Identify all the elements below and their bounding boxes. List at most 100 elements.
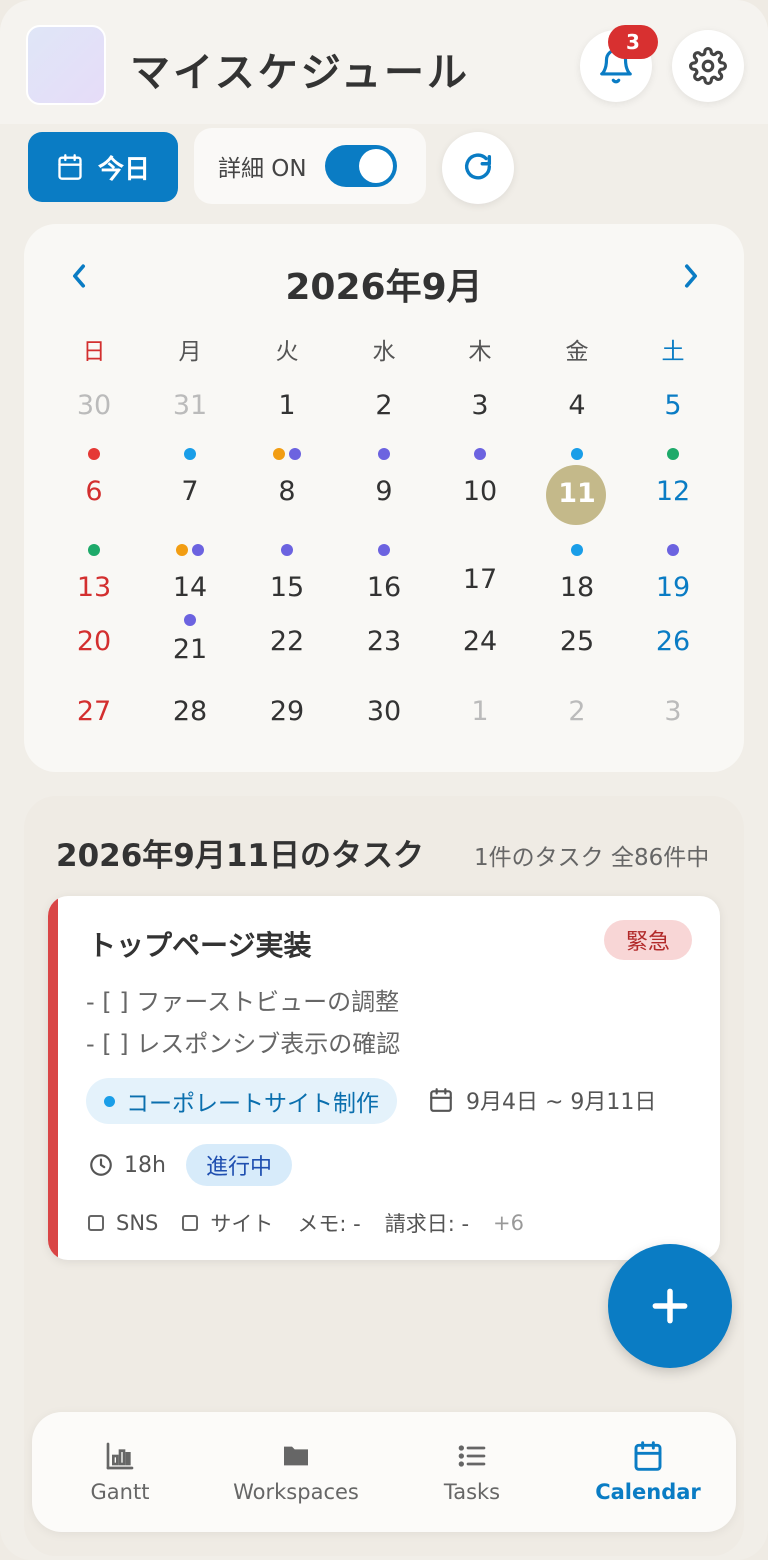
calendar-day[interactable]: 30: [46, 390, 142, 421]
calendar-day[interactable]: 3: [432, 390, 528, 421]
calendar-day[interactable]: 29: [239, 696, 335, 727]
calendar-day[interactable]: 1: [239, 390, 335, 421]
nav-tasks[interactable]: Tasks: [384, 1412, 560, 1532]
event-dot: [176, 544, 188, 556]
refresh-icon: [464, 153, 492, 180]
calendar-day[interactable]: 13: [46, 572, 142, 603]
site-check[interactable]: サイト: [182, 1208, 273, 1238]
event-dot: [273, 448, 285, 460]
list-icon: [458, 1445, 486, 1467]
calendar-day[interactable]: 14: [142, 572, 238, 603]
billing-field: 請求日: -: [384, 1212, 470, 1236]
calendar-day[interactable]: 10: [432, 476, 528, 507]
sns-label: SNS: [116, 1211, 159, 1235]
event-dots: [336, 448, 432, 460]
memo-field: メモ: -: [297, 1212, 361, 1236]
calendar-day[interactable]: 2: [336, 390, 432, 421]
hours-text: 18h: [124, 1152, 166, 1178]
calendar-day[interactable]: 5: [625, 390, 721, 421]
detail-label: 詳細 ON: [218, 156, 307, 182]
sns-check[interactable]: SNS: [88, 1211, 158, 1235]
project-pill[interactable]: コーポレートサイト制作: [86, 1078, 397, 1124]
calendar-day[interactable]: 8: [239, 476, 335, 507]
event-dot: [184, 448, 196, 460]
event-dots: [529, 448, 625, 460]
notification-badge: 3: [608, 25, 658, 59]
detail-toggle-group: 詳細 ON: [194, 128, 426, 204]
calendar-day-selected[interactable]: 11: [529, 478, 625, 509]
settings-button[interactable]: [672, 30, 744, 102]
event-dot: [289, 448, 301, 460]
nav-label: Gantt: [90, 1480, 150, 1504]
event-dot: [281, 544, 293, 556]
event-dot: [378, 448, 390, 460]
nav-label: Workspaces: [233, 1480, 359, 1504]
nav-workspaces[interactable]: Workspaces: [208, 1412, 384, 1532]
calendar-day[interactable]: 9: [336, 476, 432, 507]
calendar-day[interactable]: 30: [336, 696, 432, 727]
event-dots: [625, 448, 721, 460]
task-desc-line: - [ ] ファーストビューの調整: [86, 988, 400, 1016]
priority-badge: 緊急: [604, 920, 692, 960]
event-dot: [571, 448, 583, 460]
calendar-day[interactable]: 23: [336, 626, 432, 657]
calendar-day[interactable]: 3: [625, 696, 721, 727]
plus-icon: [652, 1288, 688, 1324]
next-month-button[interactable]: [676, 258, 706, 294]
event-dot: [88, 544, 100, 556]
event-dots: [336, 544, 432, 556]
checkbox-icon: [182, 1215, 199, 1231]
app-title: マイスケジュール: [130, 50, 470, 96]
more-fields[interactable]: +6: [493, 1211, 524, 1235]
event-dots: [142, 614, 238, 626]
event-dots: [625, 544, 721, 556]
event-dots: [239, 544, 335, 556]
nav-calendar[interactable]: Calendar: [560, 1412, 736, 1532]
weekday-label: 土: [661, 339, 685, 365]
today-button[interactable]: 今日: [28, 132, 178, 202]
calendar-day[interactable]: 21: [142, 634, 238, 665]
priority-bar: [48, 896, 58, 1260]
refresh-button[interactable]: [442, 132, 514, 204]
task-desc-line: - [ ] レスポンシブ表示の確認: [86, 1030, 401, 1058]
calendar-day[interactable]: 7: [142, 476, 238, 507]
calendar-day[interactable]: 16: [336, 572, 432, 603]
event-dots: [142, 448, 238, 460]
calendar-day[interactable]: 25: [529, 626, 625, 657]
calendar-day[interactable]: 24: [432, 626, 528, 657]
event-dots: [46, 544, 142, 556]
calendar-day[interactable]: 6: [46, 476, 142, 507]
calendar-day[interactable]: 22: [239, 626, 335, 657]
calendar-day[interactable]: 31: [142, 390, 238, 421]
date-range-text: 9月4日 ~ 9月11日: [466, 1090, 657, 1115]
today-label: 今日: [97, 154, 150, 185]
prev-month-button[interactable]: [64, 258, 94, 294]
calendar-day[interactable]: 26: [625, 626, 721, 657]
avatar[interactable]: [26, 25, 106, 105]
event-dot: [378, 544, 390, 556]
calendar-day[interactable]: 4: [529, 390, 625, 421]
detail-toggle[interactable]: [324, 145, 397, 187]
event-dots: [529, 544, 625, 556]
status-pill[interactable]: 進行中: [186, 1144, 293, 1186]
event-dot: [88, 448, 100, 460]
chart-icon: [106, 1442, 134, 1470]
calendar-day[interactable]: 15: [239, 572, 335, 603]
task-card[interactable]: トップページ実装 緊急 - [ ] ファーストビューの調整 - [ ] レスポン…: [48, 896, 720, 1260]
event-dots: [432, 448, 528, 460]
calendar-day[interactable]: 12: [625, 476, 721, 507]
calendar-day[interactable]: 27: [46, 696, 142, 727]
add-task-button[interactable]: [608, 1244, 732, 1368]
calendar-day[interactable]: 2: [529, 696, 625, 727]
nav-gantt[interactable]: Gantt: [32, 1412, 208, 1532]
calendar-day[interactable]: 18: [529, 572, 625, 603]
gear-icon: [689, 47, 727, 85]
calendar-icon: [430, 1088, 452, 1112]
calendar-day[interactable]: 1: [432, 696, 528, 727]
calendar-day[interactable]: 28: [142, 696, 238, 727]
calendar-day[interactable]: 17: [432, 564, 528, 595]
event-dot: [474, 448, 486, 460]
calendar-day[interactable]: 20: [46, 626, 142, 657]
event-dot: [184, 614, 196, 626]
calendar-day[interactable]: 19: [625, 572, 721, 603]
